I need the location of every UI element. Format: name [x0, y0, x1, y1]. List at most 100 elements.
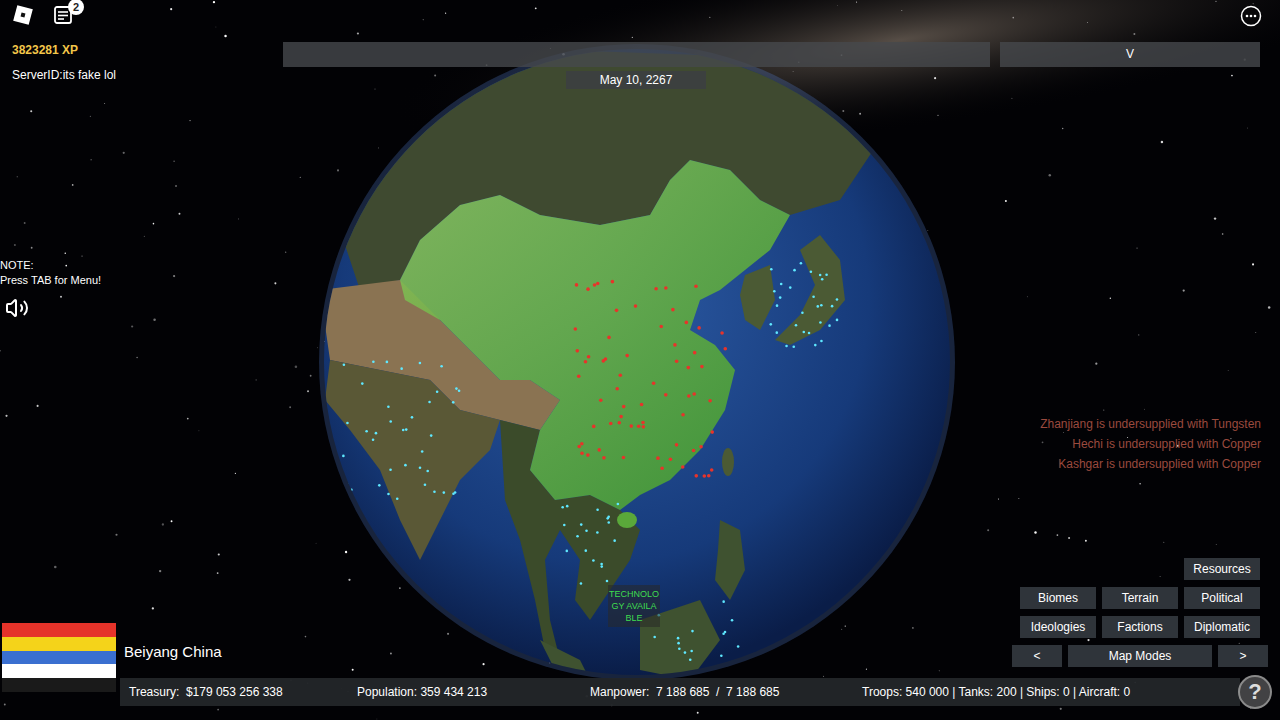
city-marker[interactable]	[592, 425, 596, 429]
city-marker[interactable]	[640, 403, 644, 407]
city-marker[interactable]	[664, 393, 668, 397]
city-marker[interactable]	[660, 466, 664, 470]
city-marker[interactable]	[681, 465, 685, 469]
city-marker[interactable]	[577, 445, 581, 449]
china-territory[interactable]	[400, 160, 790, 510]
city-marker[interactable]	[577, 374, 581, 378]
city-marker[interactable]	[602, 456, 606, 460]
city-marker[interactable]	[619, 373, 623, 377]
speaker-icon[interactable]	[5, 296, 29, 320]
city-marker[interactable]	[671, 308, 675, 312]
city-marker[interactable]	[575, 349, 579, 353]
city-marker[interactable]	[622, 405, 626, 409]
city-marker[interactable]	[587, 355, 591, 359]
city-marker[interactable]	[629, 424, 633, 428]
dropdown-toggle[interactable]: V	[1000, 42, 1260, 67]
city-marker[interactable]	[656, 456, 660, 460]
city-marker[interactable]	[710, 430, 714, 434]
city-marker[interactable]	[597, 448, 601, 452]
star	[1057, 534, 1059, 536]
star	[447, 633, 449, 635]
prev-button[interactable]: <	[1012, 645, 1062, 667]
city-marker[interactable]	[669, 458, 673, 462]
city-marker[interactable]	[694, 284, 698, 288]
city-marker[interactable]	[687, 366, 691, 370]
next-button[interactable]: >	[1218, 645, 1268, 667]
star	[1063, 432, 1065, 434]
city-light	[455, 387, 458, 390]
city-marker[interactable]	[611, 280, 615, 284]
map-mode-button[interactable]: Ideologies	[1020, 616, 1096, 638]
city-marker[interactable]	[700, 365, 704, 369]
city-marker[interactable]	[634, 304, 638, 308]
city-marker[interactable]	[699, 445, 703, 449]
flag-stripe	[2, 623, 116, 637]
city-marker[interactable]	[604, 357, 608, 361]
city-light	[677, 642, 680, 645]
city-marker[interactable]	[720, 331, 724, 335]
city-marker[interactable]	[659, 325, 663, 329]
map-mode-button[interactable]: Political	[1184, 587, 1260, 609]
city-marker[interactable]	[652, 382, 656, 386]
city-marker[interactable]	[617, 421, 621, 425]
city-marker[interactable]	[586, 287, 590, 291]
city-marker[interactable]	[622, 456, 626, 460]
star	[198, 430, 200, 432]
roblox-logo-icon[interactable]	[12, 4, 34, 26]
city-marker[interactable]	[642, 425, 646, 429]
help-button[interactable]: ?	[1238, 675, 1272, 709]
city-marker[interactable]	[584, 360, 588, 364]
city-marker[interactable]	[687, 394, 691, 398]
city-marker[interactable]	[625, 354, 629, 358]
map-mode-button[interactable]: Terrain	[1102, 587, 1178, 609]
city-marker[interactable]	[575, 283, 579, 287]
city-marker[interactable]	[685, 321, 689, 325]
city-marker[interactable]	[694, 474, 698, 478]
city-light	[596, 531, 599, 534]
city-light	[419, 466, 422, 469]
star	[1231, 75, 1233, 77]
city-marker[interactable]	[586, 453, 590, 457]
city-marker[interactable]	[654, 287, 658, 291]
city-marker[interactable]	[675, 359, 679, 363]
city-light	[561, 506, 564, 509]
city-marker[interactable]	[619, 415, 623, 419]
city-marker[interactable]	[708, 399, 712, 403]
city-marker[interactable]	[697, 326, 701, 330]
city-marker[interactable]	[707, 474, 711, 478]
star	[189, 120, 190, 121]
map-mode-button[interactable]: Biomes	[1020, 587, 1096, 609]
technology-notice[interactable]: TECHNOLOGY AVAILABLE	[608, 585, 660, 627]
city-marker[interactable]	[693, 351, 697, 355]
city-marker[interactable]	[574, 327, 578, 331]
city-marker[interactable]	[681, 413, 685, 417]
taiwan	[722, 448, 734, 476]
city-marker[interactable]	[703, 474, 707, 478]
city-marker[interactable]	[673, 343, 677, 347]
city-marker[interactable]	[637, 424, 641, 428]
menu-icon[interactable]	[1240, 5, 1262, 27]
city-light	[617, 503, 620, 506]
map-mode-button[interactable]: Diplomatic	[1184, 616, 1260, 638]
map-mode-button[interactable]: Factions	[1102, 616, 1178, 638]
city-marker[interactable]	[710, 468, 714, 472]
city-marker[interactable]	[615, 309, 619, 313]
city-marker[interactable]	[692, 392, 696, 396]
city-marker[interactable]	[723, 347, 727, 351]
city-marker[interactable]	[692, 449, 696, 453]
city-marker[interactable]	[641, 421, 645, 425]
city-marker[interactable]	[615, 387, 619, 391]
city-marker[interactable]	[599, 398, 603, 402]
city-marker[interactable]	[607, 336, 611, 340]
star	[927, 229, 929, 231]
city-marker[interactable]	[580, 451, 584, 455]
city-marker[interactable]	[580, 442, 584, 446]
city-marker[interactable]	[675, 443, 679, 447]
city-marker[interactable]	[609, 422, 613, 426]
chat-icon[interactable]: 2	[52, 4, 74, 26]
city-marker[interactable]	[664, 286, 668, 290]
star	[72, 184, 74, 186]
city-marker[interactable]	[593, 283, 597, 287]
city-marker[interactable]	[596, 282, 600, 286]
map-mode-button[interactable]: Resources	[1184, 558, 1260, 580]
